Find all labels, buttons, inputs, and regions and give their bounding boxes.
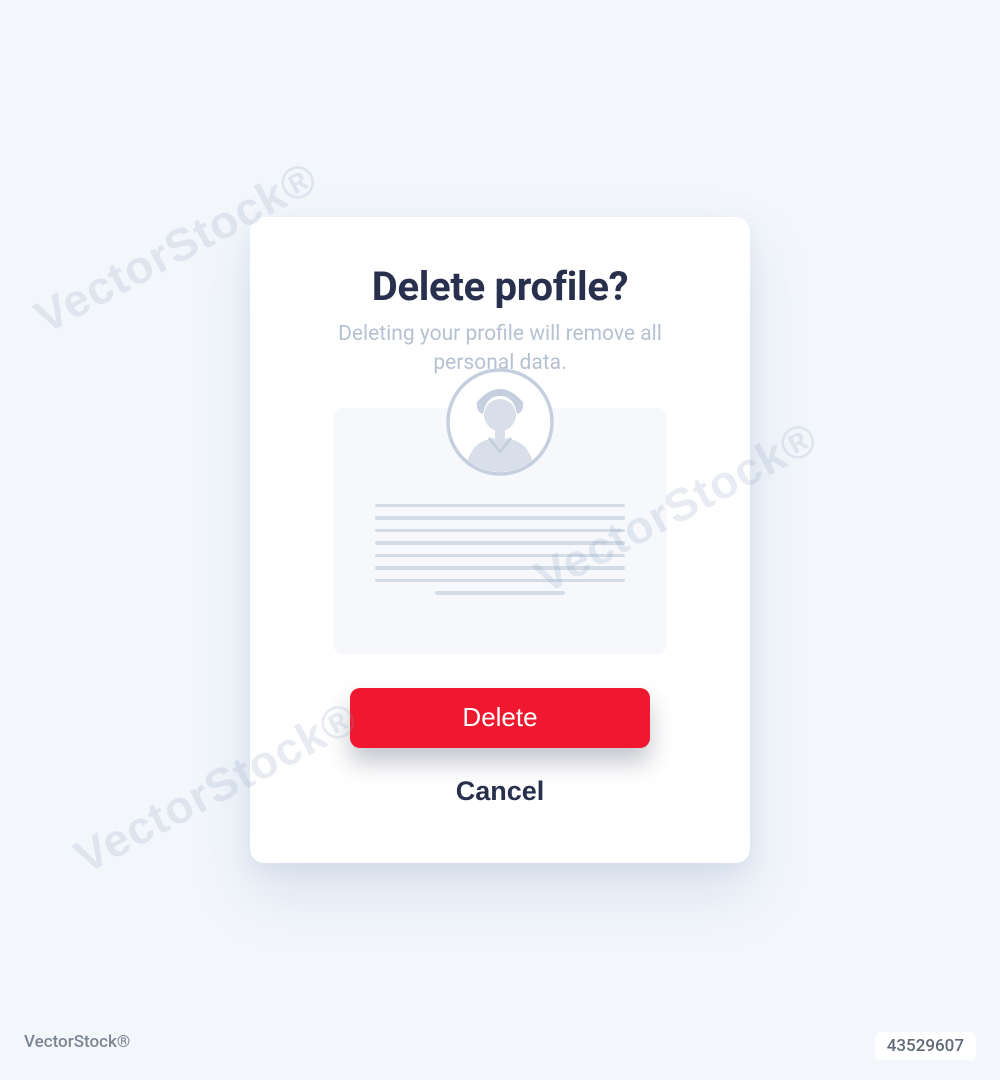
placeholder-line (375, 504, 625, 508)
placeholder-line (375, 554, 625, 558)
profile-preview-card (333, 408, 667, 654)
footer-id: 43529607 (875, 1032, 976, 1060)
delete-profile-modal: Delete profile? Deleting your profile wi… (250, 217, 750, 863)
placeholder-line (435, 591, 565, 595)
placeholder-line (375, 541, 625, 545)
placeholder-line (375, 529, 625, 533)
delete-button[interactable]: Delete (350, 688, 650, 748)
avatar-placeholder-icon (446, 368, 554, 476)
placeholder-line (375, 516, 625, 520)
placeholder-line (375, 579, 625, 583)
footer-brand: VectorStock® (24, 1032, 130, 1060)
image-footer: VectorStock® 43529607 (0, 1032, 1000, 1060)
placeholder-line (375, 566, 625, 570)
cancel-button[interactable]: Cancel (456, 776, 545, 807)
modal-title: Delete profile? (372, 263, 628, 310)
